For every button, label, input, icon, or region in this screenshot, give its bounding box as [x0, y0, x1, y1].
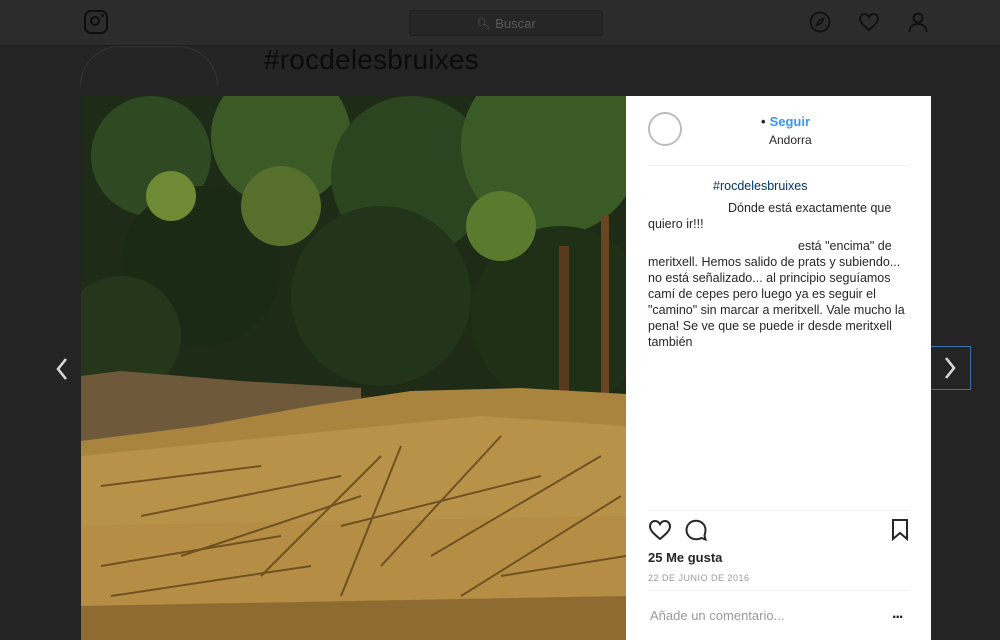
hashtag-profile-image — [80, 46, 218, 86]
chevron-right-icon — [944, 357, 956, 379]
user-icon[interactable] — [907, 11, 929, 33]
instagram-logo-icon[interactable] — [84, 10, 108, 34]
caption-hashtag: #rocdelesbruixes — [648, 178, 910, 194]
comment-divider — [648, 590, 909, 591]
search-icon: 🔍︎ — [476, 17, 491, 30]
hashtag-link[interactable]: #rocdelesbruixes — [713, 179, 808, 193]
chevron-left-icon[interactable] — [52, 356, 72, 382]
follow-button[interactable]: • Seguir — [761, 114, 810, 129]
post-date: 22 DE JUNIO DE 2016 — [648, 573, 750, 583]
post-actions — [648, 518, 912, 542]
compass-icon[interactable] — [809, 11, 831, 33]
post-details-panel: • Seguir Andorra #rocdelesbruixes Dónde e… — [626, 96, 931, 640]
heart-icon[interactable] — [858, 11, 880, 33]
next-post-button[interactable] — [929, 346, 971, 390]
like-heart-icon[interactable] — [648, 518, 672, 542]
forest-rock-image — [81, 96, 626, 640]
follow-label: Seguir — [769, 114, 811, 129]
search-input[interactable]: 🔍︎ Buscar — [409, 10, 603, 36]
search-placeholder: Buscar — [495, 15, 536, 31]
bookmark-icon[interactable] — [890, 518, 910, 542]
header-divider — [648, 165, 909, 166]
avatar[interactable] — [648, 112, 682, 146]
comment-answer: está "encima" de meritxell. Hemos salido… — [648, 239, 905, 349]
add-comment-input[interactable]: Añade un comentario... — [650, 608, 784, 623]
more-options-button[interactable]: ... — [892, 605, 903, 623]
comment-question: Dónde está exactamente que quiero ir!!! — [648, 201, 892, 231]
post-photo — [81, 96, 626, 640]
comment-bubble-icon[interactable] — [684, 518, 708, 542]
actions-divider — [648, 510, 909, 511]
post-location[interactable]: Andorra — [769, 133, 812, 147]
likes-count[interactable]: 25 Me gusta — [648, 550, 722, 565]
top-navigation-bar: 🔍︎ Buscar — [0, 0, 1000, 46]
page-title: #rocdelesbruixes — [264, 44, 479, 75]
